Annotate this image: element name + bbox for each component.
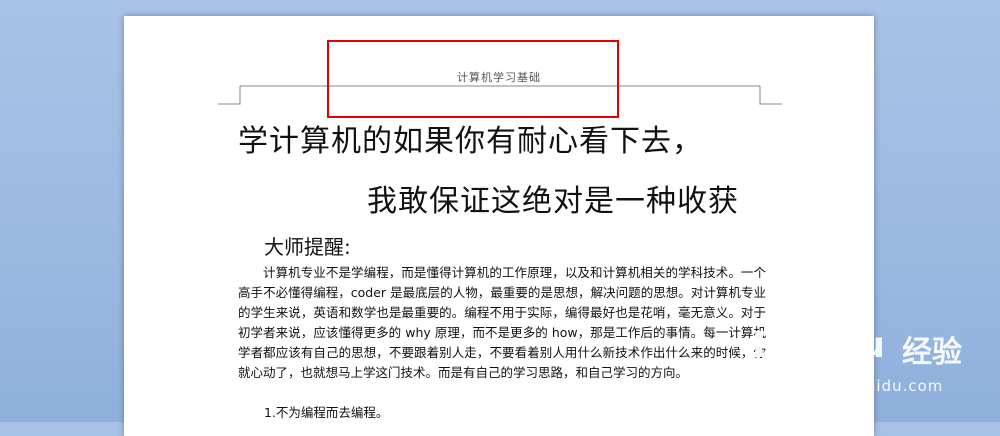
list-item[interactable]: 1.不为编程而去编程。 — [264, 402, 388, 421]
document-title-line-2[interactable]: 我敢保证这绝对是一种收获 — [367, 176, 739, 220]
watermark-brand: 经验 — [902, 335, 962, 370]
subheading[interactable]: 大师提醒: — [264, 231, 351, 260]
baidu-jingyan-watermark: Bai du 经验 jingyan.baidu.com — [752, 325, 992, 405]
body-paragraph[interactable]: 计算机专业不是学编程，而是懂得计算机的工作原理，以及和计算机相关的学科技术。一个… — [238, 263, 766, 383]
red-highlight-box — [327, 40, 619, 118]
document-title-line-1[interactable]: 学计算机的如果你有耐心看下去， — [238, 116, 703, 160]
watermark-url: jingyan.baidu.com — [788, 377, 944, 395]
watermark-logo: Bai du — [752, 325, 887, 366]
